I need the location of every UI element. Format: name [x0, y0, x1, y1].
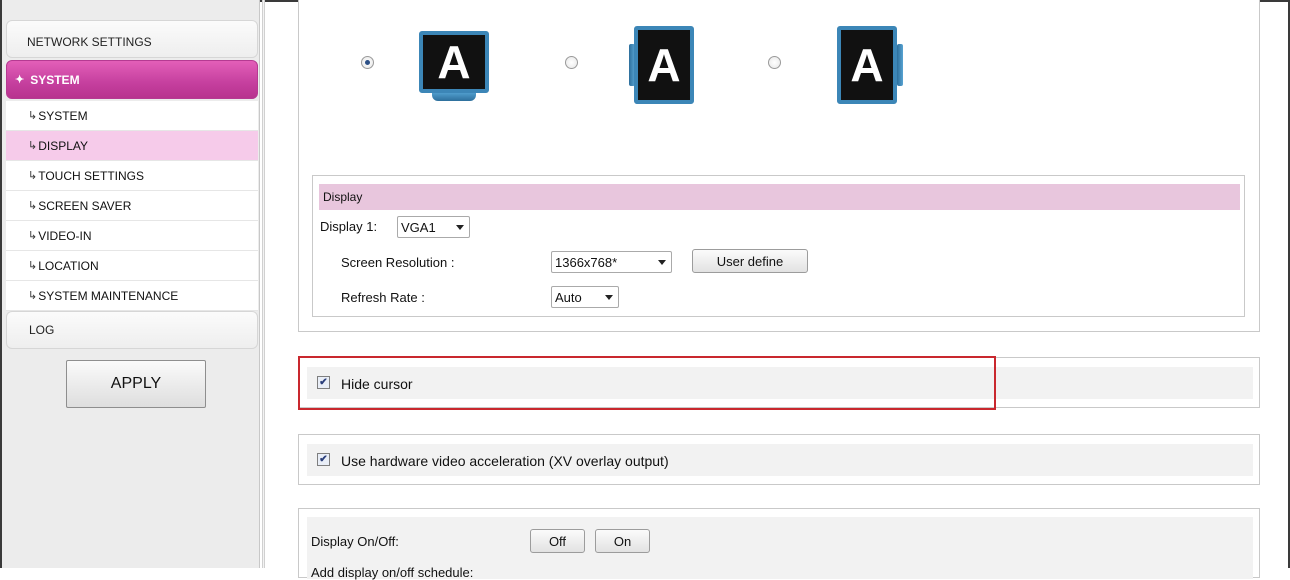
sidebar-system-section[interactable]: ✦ SYSTEM — [6, 60, 258, 99]
sidebar-log-label: LOG — [29, 323, 55, 337]
apply-button[interactable]: APPLY — [66, 360, 206, 408]
monitor-glyph: A — [850, 39, 884, 91]
sidebar-item-video-in[interactable]: ↳ VIDEO-IN — [6, 221, 258, 251]
user-define-button[interactable]: User define — [692, 249, 808, 273]
monitor-glyph: A — [647, 39, 681, 91]
display-label: Display 1: — [320, 219, 378, 234]
sidebar-item-label: LOCATION — [38, 258, 99, 273]
sidebar-divider — [262, 0, 265, 568]
refresh-rate-select-value: Auto — [555, 289, 582, 305]
sidebar-item-touch-settings[interactable]: ↳ TOUCH SETTINGS — [6, 161, 258, 191]
display-power-row: Display On/Off: Off On Add display on/of… — [307, 517, 1253, 580]
hw-accel-checkbox[interactable]: ✔ — [317, 453, 330, 466]
system-section-icon: ✦ — [15, 74, 25, 86]
orientation-portrait-left-radio[interactable] — [565, 56, 578, 69]
portrait-right-monitor-icon: A — [837, 26, 897, 104]
sidebar-system-section-label: SYSTEM — [30, 72, 80, 87]
sidebar-item-label: SCREEN SAVER — [38, 198, 132, 213]
submenu-arrow-icon: ↳ — [28, 290, 38, 302]
display-power-label: Display On/Off: — [311, 534, 399, 549]
sidebar: NETWORK SETTINGS ✦ SYSTEM ↳ SYSTEM ↳ DIS… — [2, 0, 260, 568]
submenu-arrow-icon: ↳ — [28, 110, 38, 122]
schedule-label: Add display on/off schedule: — [311, 565, 474, 580]
chevron-down-icon — [456, 225, 464, 230]
display-settings-panel: A A A Display Display 1: VGA1 Screen Res… — [298, 0, 1260, 332]
chevron-down-icon — [658, 260, 666, 265]
submenu-arrow-icon: ↳ — [28, 260, 38, 272]
orientation-landscape-radio[interactable] — [361, 56, 374, 69]
landscape-monitor-icon: A — [419, 31, 489, 93]
sidebar-item-label: DISPLAY — [38, 138, 89, 153]
display-group: Display Display 1: VGA1 Screen Resolutio… — [312, 175, 1245, 317]
sidebar-item-label: TOUCH SETTINGS — [38, 168, 145, 183]
refresh-rate-select[interactable]: Auto — [551, 286, 619, 308]
display-select-value: VGA1 — [401, 219, 436, 235]
monitor-stand-icon — [432, 93, 476, 101]
display-section-title: Display — [323, 190, 363, 204]
sidebar-item-system[interactable]: ↳ SYSTEM — [6, 101, 258, 131]
sidebar-item-system-maintenance[interactable]: ↳ SYSTEM MAINTENANCE — [6, 281, 258, 311]
portrait-left-monitor-icon: A — [634, 26, 694, 104]
monitor-glyph: A — [437, 36, 471, 88]
display-select[interactable]: VGA1 — [397, 216, 470, 238]
monitor-stand-icon — [897, 44, 903, 86]
orientation-portrait-right-radio[interactable] — [768, 56, 781, 69]
display-on-button[interactable]: On — [595, 529, 650, 553]
sidebar-item-label: SYSTEM — [38, 108, 88, 123]
resolution-label: Screen Resolution : — [341, 255, 455, 270]
resolution-select-value: 1366x768* — [555, 254, 618, 270]
hw-accel-panel: ✔ Use hardware video acceleration (XV ov… — [298, 434, 1260, 485]
display-off-button[interactable]: Off — [530, 529, 585, 553]
hw-accel-label: Use hardware video acceleration (XV over… — [341, 453, 669, 469]
submenu-arrow-icon: ↳ — [28, 140, 38, 152]
system-submenu: ↳ SYSTEM ↳ DISPLAY ↳ TOUCH SETTINGS ↳ SC… — [6, 101, 258, 311]
submenu-arrow-icon: ↳ — [28, 200, 38, 212]
submenu-arrow-icon: ↳ — [28, 230, 38, 242]
chevron-down-icon — [605, 295, 613, 300]
sidebar-network-settings-label: NETWORK SETTINGS — [27, 35, 152, 49]
sidebar-item-location[interactable]: ↳ LOCATION — [6, 251, 258, 281]
sidebar-log[interactable]: LOG — [6, 311, 258, 349]
sidebar-item-screen-saver[interactable]: ↳ SCREEN SAVER — [6, 191, 258, 221]
display-section-header: Display — [319, 184, 1240, 210]
submenu-arrow-icon: ↳ — [28, 170, 38, 182]
hw-accel-row: ✔ Use hardware video acceleration (XV ov… — [307, 444, 1253, 476]
sidebar-item-label: SYSTEM MAINTENANCE — [38, 288, 179, 303]
highlight-annotation — [298, 356, 996, 410]
resolution-select[interactable]: 1366x768* — [551, 251, 672, 273]
refresh-rate-label: Refresh Rate : — [341, 290, 425, 305]
sidebar-item-label: VIDEO-IN — [38, 228, 92, 243]
sidebar-network-settings[interactable]: NETWORK SETTINGS — [6, 20, 258, 58]
sidebar-item-display[interactable]: ↳ DISPLAY — [6, 131, 258, 161]
